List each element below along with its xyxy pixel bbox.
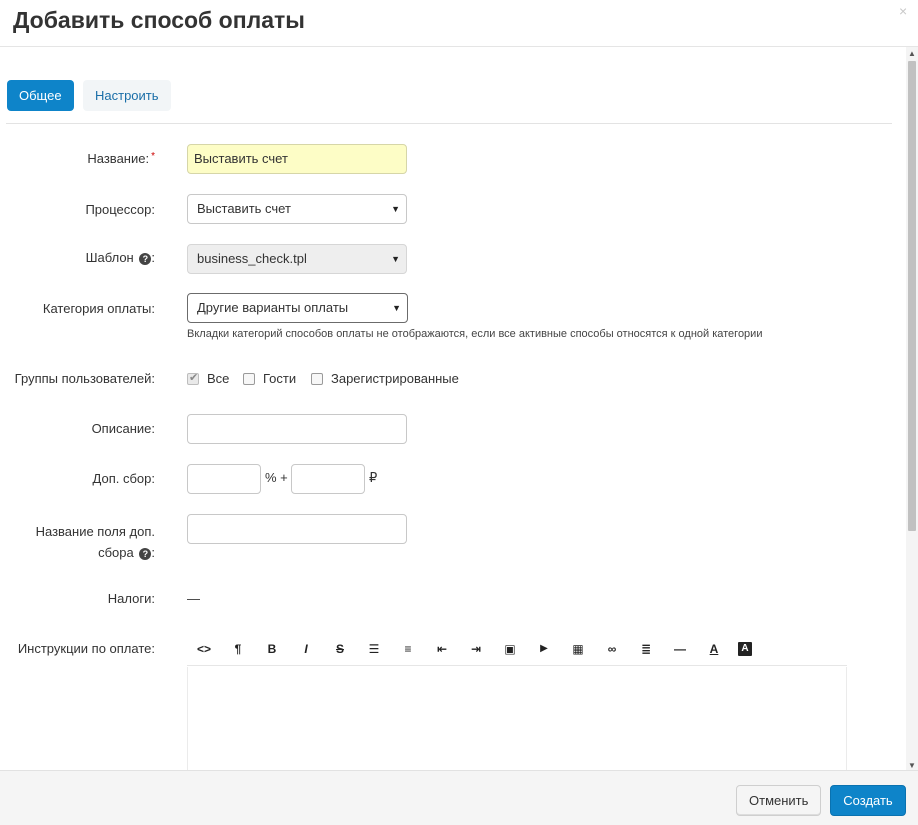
close-icon[interactable]: ×: [899, 3, 907, 19]
surcharge-name-input[interactable]: [187, 514, 407, 544]
checkbox-all-label[interactable]: Все: [207, 371, 229, 386]
user-groups-label: Группы пользователей:: [14, 371, 155, 386]
description-input[interactable]: [187, 414, 407, 444]
name-input[interactable]: Выставить счет: [187, 144, 407, 174]
taxes-value: —: [187, 591, 200, 606]
chevron-down-icon: ▼: [391, 204, 400, 214]
tabs-divider: [6, 123, 892, 124]
italic-icon[interactable]: I: [296, 639, 316, 659]
dialog-header: Добавить способ оплаты ×: [0, 0, 918, 47]
ordered-list-icon[interactable]: ≡: [398, 639, 418, 659]
surcharge-name-label: Название поля доп. сбора ?:: [35, 524, 155, 560]
checkbox-registered-label[interactable]: Зарегистрированные: [331, 371, 459, 386]
editor-toolbar: <> ¶ B I S ☰ ≡ ⇤ ⇥ ▣ ▶ ▦ ∞ ≣ — A A: [187, 635, 847, 666]
bold-icon[interactable]: B: [262, 639, 282, 659]
html-code-icon[interactable]: <>: [194, 639, 214, 659]
strikethrough-icon[interactable]: S: [330, 639, 350, 659]
percent-plus-sign: % +: [265, 470, 288, 485]
instructions-editor[interactable]: [187, 667, 847, 770]
category-label: Категория оплаты:: [42, 301, 155, 316]
help-icon[interactable]: ?: [139, 548, 152, 560]
chevron-down-icon: ▼: [392, 303, 401, 313]
required-mark: *: [151, 151, 155, 162]
check-icon: ✔: [189, 372, 199, 384]
surcharge-fixed-input[interactable]: [291, 464, 365, 494]
horizontal-rule-icon[interactable]: —: [670, 639, 690, 659]
processor-select[interactable]: Выставить счет ▼: [187, 194, 407, 224]
background-color-icon[interactable]: A: [738, 642, 752, 656]
checkbox-all[interactable]: ✔: [187, 372, 199, 385]
surcharge-percent-input[interactable]: [187, 464, 261, 494]
scroll-down-icon[interactable]: ▼: [908, 761, 916, 770]
help-icon[interactable]: ?: [139, 253, 152, 265]
processor-label: Процессор:: [85, 202, 155, 217]
image-icon[interactable]: ▣: [500, 639, 520, 659]
align-icon[interactable]: ≣: [636, 639, 656, 659]
template-select[interactable]: business_check.tpl ▼: [187, 244, 407, 274]
tab-general[interactable]: Общее: [7, 80, 74, 111]
checkbox-guests-label[interactable]: Гости: [263, 371, 296, 386]
category-hint: Вкладки категорий способов оплаты не ото…: [187, 328, 763, 340]
currency-sign: ₽: [369, 470, 378, 485]
table-icon[interactable]: ▦: [568, 639, 588, 659]
create-button[interactable]: Создать: [830, 785, 906, 816]
name-label: Название: *: [87, 151, 155, 166]
template-label: Шаблон ?:: [85, 250, 155, 265]
font-color-icon[interactable]: A: [704, 639, 724, 659]
link-icon[interactable]: ∞: [602, 639, 622, 659]
indent-icon[interactable]: ⇥: [466, 639, 486, 659]
unordered-list-icon[interactable]: ☰: [364, 639, 384, 659]
video-icon[interactable]: ▶: [534, 639, 554, 659]
outdent-icon[interactable]: ⇤: [432, 639, 452, 659]
cancel-button[interactable]: Отменить: [736, 785, 821, 816]
scroll-up-icon[interactable]: ▲: [908, 49, 916, 58]
instructions-label: Инструкции по оплате:: [17, 641, 155, 656]
surcharge-label: Доп. сбор:: [92, 471, 155, 486]
checkbox-guests[interactable]: [243, 373, 255, 385]
chevron-down-icon: ▼: [391, 254, 400, 264]
dialog-title: Добавить способ оплаты: [13, 7, 305, 33]
dialog-footer: Отменить Создать: [0, 770, 918, 825]
description-label: Описание:: [91, 421, 155, 436]
template-value: business_check.tpl: [197, 251, 307, 266]
category-select[interactable]: Другие варианты оплаты ▼: [187, 293, 408, 323]
category-value: Другие варианты оплаты: [197, 300, 349, 315]
tab-settings[interactable]: Настроить: [83, 80, 171, 111]
scrollbar[interactable]: ▲ ▼: [906, 47, 918, 770]
dialog-body: Общее Настроить Название: * Выставить сче…: [0, 47, 906, 770]
taxes-label: Налоги:: [107, 591, 155, 606]
processor-value: Выставить счет: [197, 201, 291, 216]
paragraph-icon[interactable]: ¶: [228, 639, 248, 659]
checkbox-registered[interactable]: [311, 373, 323, 385]
scrollbar-thumb[interactable]: [908, 61, 916, 531]
